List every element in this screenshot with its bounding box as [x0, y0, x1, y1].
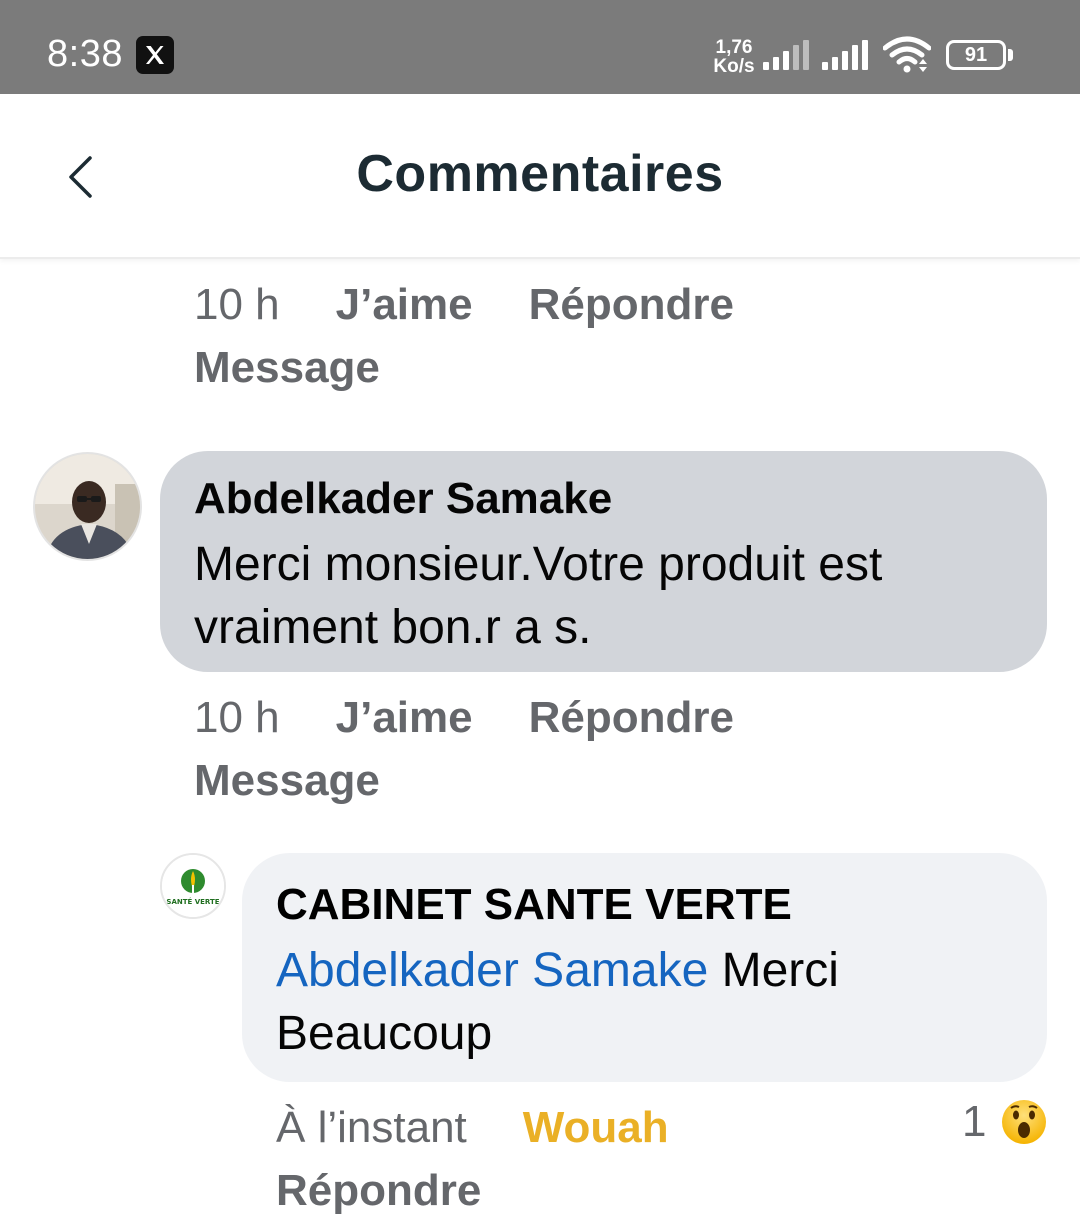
avatar[interactable] — [33, 452, 142, 561]
comment-actions: 10 h J’aime Répondre Message — [194, 273, 734, 399]
reply-text-after-mention: Merci — [708, 944, 839, 997]
reply-text: Abdelkader Samake Merci Beaucoup — [276, 939, 1013, 1065]
comment-text-line-2: vraiment bon.r a s. — [194, 601, 592, 654]
comment-author[interactable]: Abdelkader Samake — [194, 473, 1013, 525]
network-speed: 1,76 Ko/s — [712, 38, 756, 76]
like-button[interactable]: J’aime — [336, 693, 473, 742]
comment-bubble[interactable]: Abdelkader Samake Merci monsieur.Votre p… — [160, 451, 1047, 672]
reaction-count[interactable]: 1 — [962, 1097, 986, 1147]
reply-author[interactable]: CABINET SANTE VERTE — [276, 879, 1013, 931]
reply-bubble[interactable]: CABINET SANTE VERTE Abdelkader Samake Me… — [242, 853, 1047, 1082]
comment-actions: 10 h J’aime Répondre Message — [194, 686, 734, 812]
network-speed-value: 1,76 — [715, 37, 753, 58]
comment-text-line-1: Merci monsieur.Votre produit est — [194, 538, 883, 591]
battery-cap — [1008, 49, 1013, 61]
wouah-reaction-button[interactable]: Wouah — [523, 1103, 669, 1152]
wifi-icon — [883, 36, 931, 73]
like-button[interactable]: J’aime — [336, 280, 473, 329]
user-avatar-photo — [35, 454, 140, 559]
comment-timestamp: 10 h — [194, 693, 280, 742]
battery-level: 91 — [964, 43, 988, 66]
header: Commentaires — [0, 94, 1080, 259]
message-button[interactable]: Message — [194, 756, 380, 805]
mention-link[interactable]: Abdelkader Samake — [276, 944, 708, 997]
reply-actions: À l’instant Wouah Répondre — [276, 1096, 669, 1222]
logo-text: SANTÉ VERTE — [166, 897, 219, 906]
page-avatar[interactable]: SANTÉ VERTE — [160, 853, 226, 919]
status-bar: 8:38 1,76 Ko/s 91 — [0, 0, 1080, 94]
page-title: Commentaires — [356, 145, 724, 203]
reply-text-line-2: Beaucoup — [276, 1007, 493, 1060]
wow-emoji-icon[interactable] — [1001, 1099, 1047, 1145]
comment-text: Merci monsieur.Votre produit est vraimen… — [194, 533, 1013, 659]
comment-timestamp: 10 h — [194, 280, 280, 329]
x-app-icon — [136, 36, 174, 74]
battery-indicator: 91 — [946, 40, 1006, 70]
reply-button[interactable]: Répondre — [529, 280, 734, 329]
signal-icon-2 — [822, 40, 868, 70]
reply-timestamp: À l’instant — [276, 1103, 467, 1152]
signal-icon — [763, 40, 809, 70]
message-button[interactable]: Message — [194, 343, 380, 392]
status-time: 8:38 — [47, 33, 123, 75]
network-speed-unit: Ko/s — [713, 56, 755, 77]
reply-button[interactable]: Répondre — [276, 1166, 481, 1215]
reply-button[interactable]: Répondre — [529, 693, 734, 742]
sante-verte-logo: SANTÉ VERTE — [162, 855, 224, 917]
